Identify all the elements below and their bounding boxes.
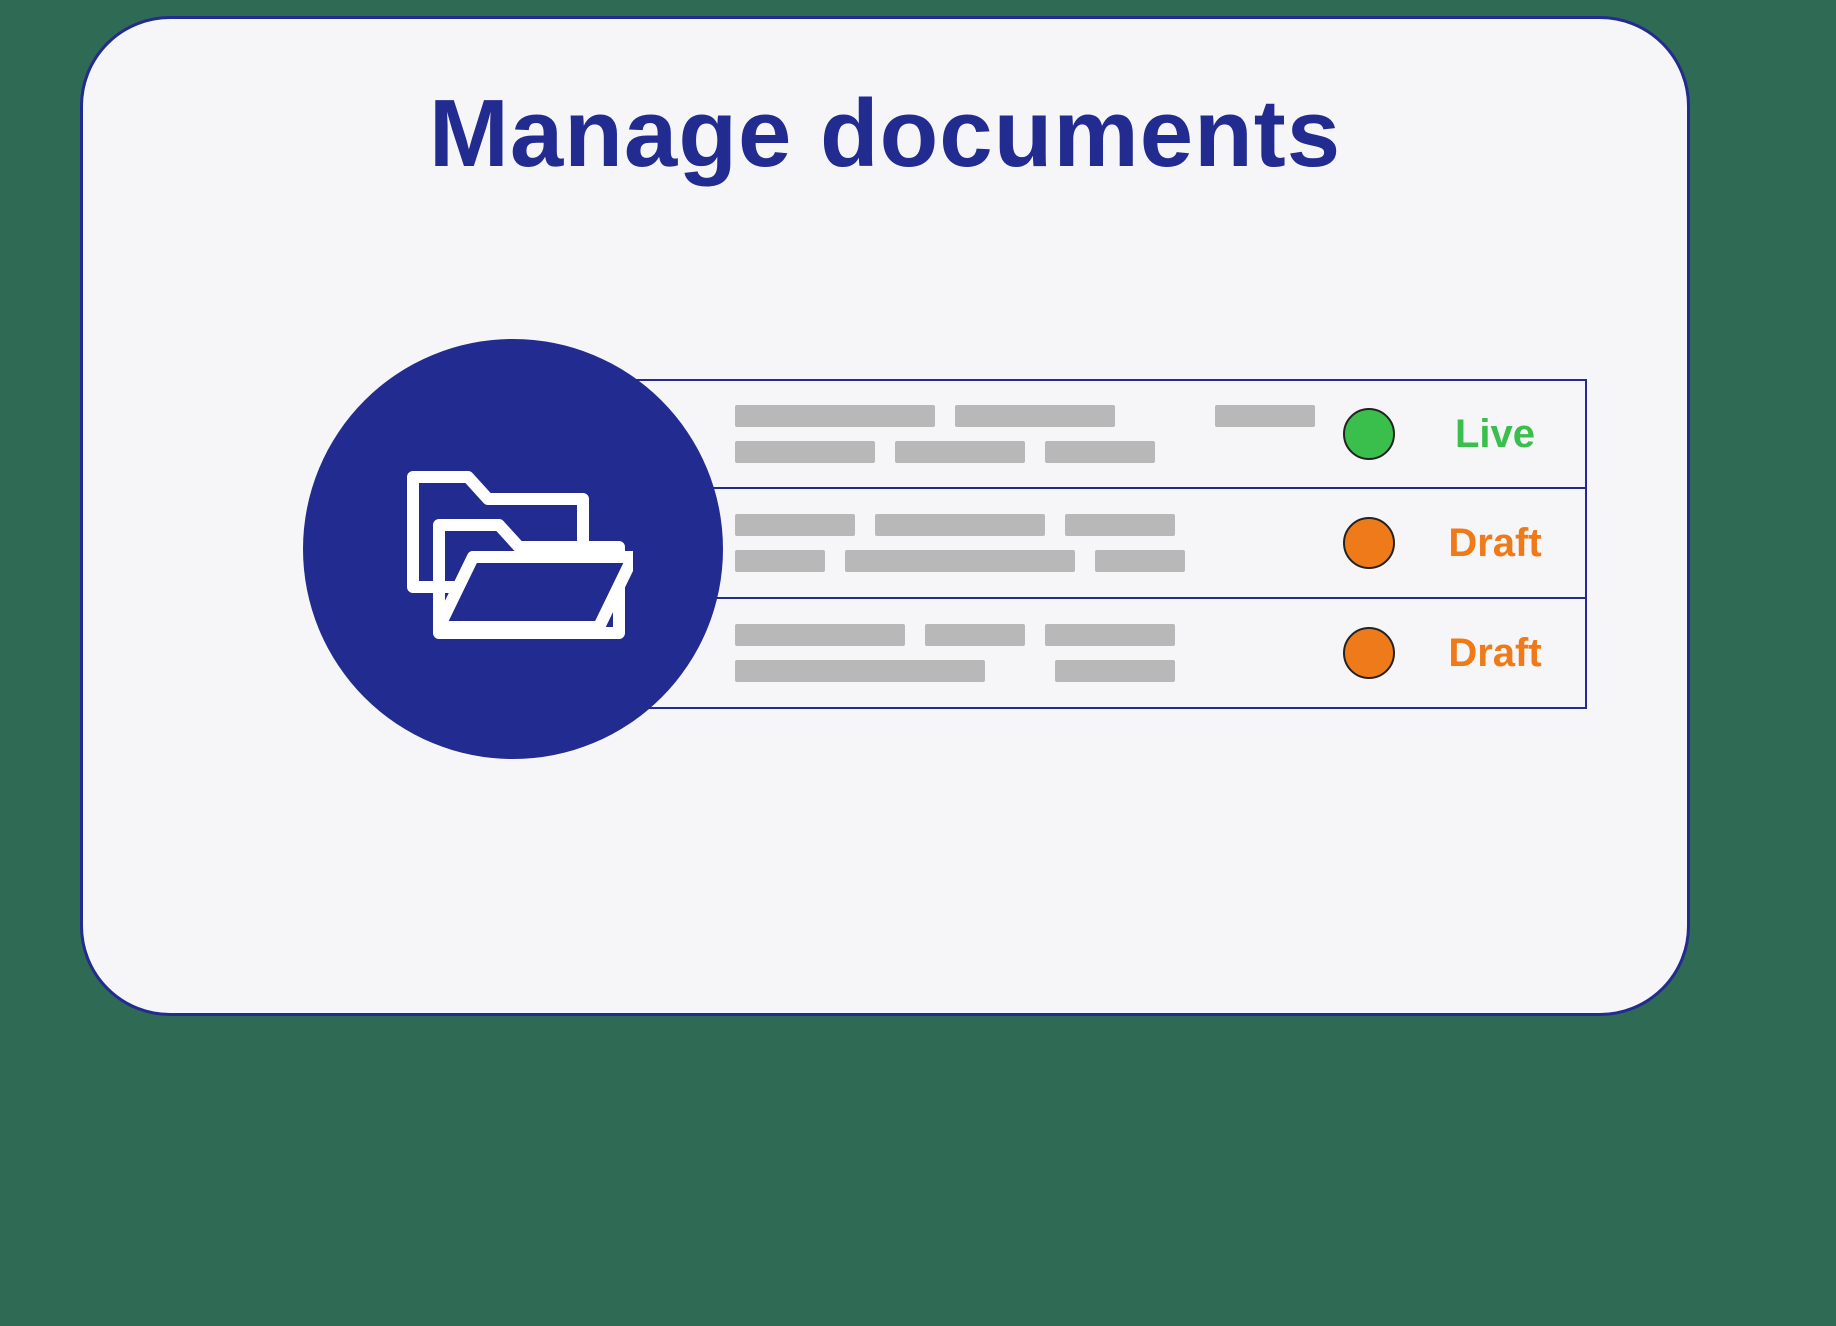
status-dot-icon	[1343, 408, 1395, 460]
manage-documents-card: Manage documents	[80, 16, 1690, 1016]
document-text-placeholder	[735, 624, 1343, 682]
status-dot-icon	[1343, 517, 1395, 569]
folder-open-icon	[393, 447, 633, 652]
card-title: Manage documents	[83, 79, 1687, 189]
status-label: Draft	[1425, 521, 1565, 566]
document-text-placeholder	[735, 405, 1343, 463]
folder-icon-circle	[303, 339, 723, 759]
card-content: Live Draft	[83, 339, 1687, 839]
status-label: Live	[1425, 412, 1565, 457]
status-dot-icon	[1343, 627, 1395, 679]
status-label: Draft	[1425, 631, 1565, 676]
document-text-placeholder	[735, 514, 1343, 572]
